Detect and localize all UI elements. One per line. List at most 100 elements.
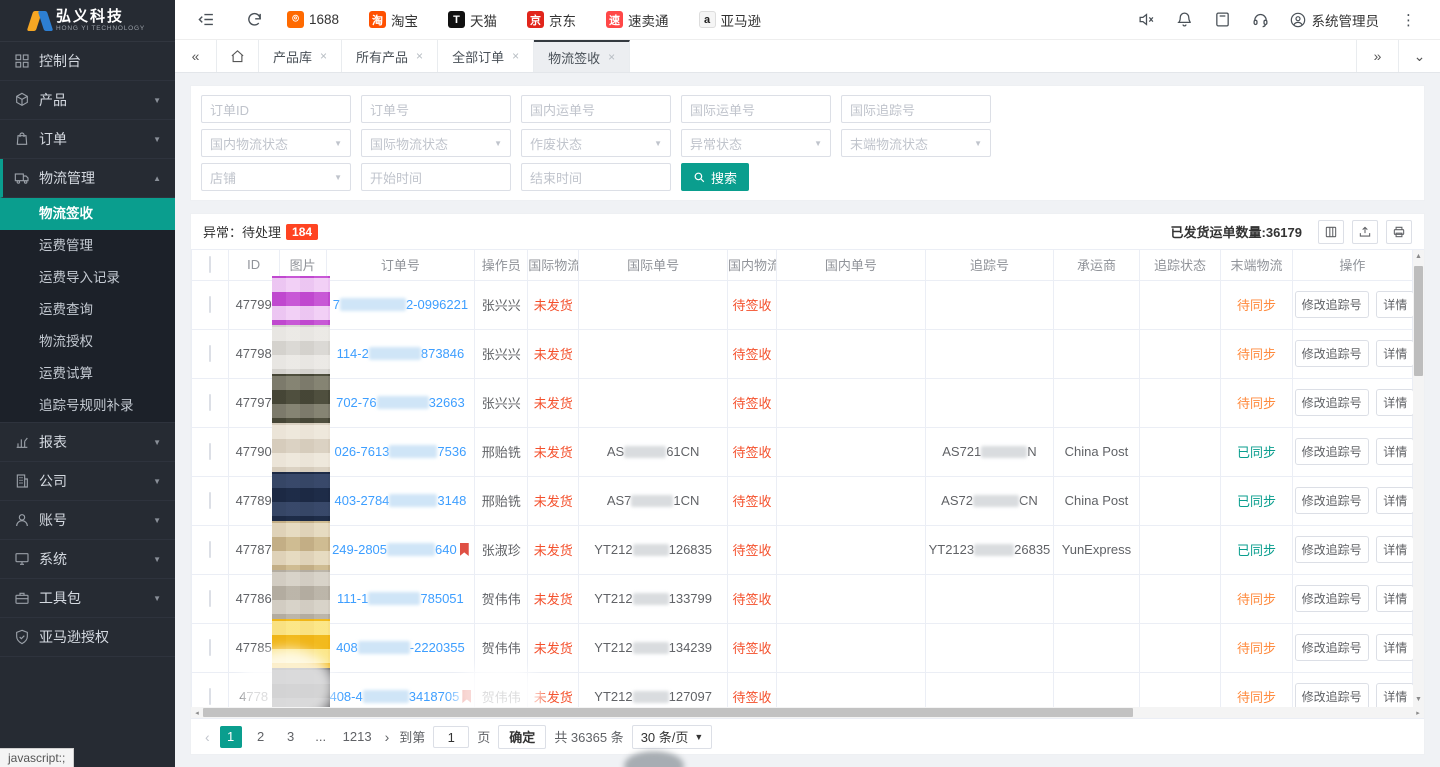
vertical-scrollbar-thumb[interactable]: [1414, 266, 1423, 376]
close-tab-icon[interactable]: ×: [416, 49, 423, 63]
order-number-link[interactable]: 249-2805640: [326, 525, 475, 574]
search-select-2-4[interactable]: 末端物流状态▼: [841, 129, 991, 157]
edit-tracking-button[interactable]: 修改追踪号: [1295, 438, 1369, 465]
search-select-2-0[interactable]: 国内物流状态▼: [201, 129, 351, 157]
search-input-1-4[interactable]: 国际追踪号: [841, 95, 991, 123]
edit-tracking-button[interactable]: 修改追踪号: [1295, 634, 1369, 661]
sidebar-item-1[interactable]: 产品 ▼: [0, 81, 175, 120]
product-image[interactable]: [272, 668, 330, 708]
row-checkbox[interactable]: [209, 394, 211, 411]
submenu-item-2[interactable]: 运费导入记录: [0, 262, 175, 294]
more-options-icon[interactable]: ⋮: [1391, 11, 1426, 29]
edit-tracking-button[interactable]: 修改追踪号: [1295, 487, 1369, 514]
select-all-checkbox[interactable]: [209, 256, 211, 273]
row-checkbox[interactable]: [209, 688, 211, 705]
exception-count-badge[interactable]: 184: [286, 224, 318, 240]
order-number-link[interactable]: 408-43418705: [326, 672, 475, 707]
search-select-2-3[interactable]: 异常状态▼: [681, 129, 831, 157]
customer-service-icon[interactable]: [1244, 0, 1278, 40]
edit-tracking-button[interactable]: 修改追踪号: [1295, 683, 1369, 707]
print-icon[interactable]: [1386, 220, 1412, 244]
details-button[interactable]: 详情: [1376, 438, 1414, 465]
tabs-scroll-right-icon[interactable]: »: [1356, 40, 1398, 72]
vertical-scrollbar[interactable]: ▲▼: [1413, 250, 1424, 707]
sidebar-item-3[interactable]: 物流管理 ▲: [0, 159, 175, 198]
edit-tracking-button[interactable]: 修改追踪号: [1295, 340, 1369, 367]
home-tab-icon[interactable]: [217, 40, 259, 72]
tabs-scroll-left-icon[interactable]: «: [175, 40, 217, 72]
row-checkbox[interactable]: [209, 492, 211, 509]
order-number-link[interactable]: 72-0996221: [326, 280, 475, 329]
order-number-link[interactable]: 408-2220355: [326, 623, 475, 672]
edit-tracking-button[interactable]: 修改追踪号: [1295, 536, 1369, 563]
search-input-1-1[interactable]: 订单号: [361, 95, 511, 123]
column-settings-icon[interactable]: [1318, 220, 1344, 244]
search-button[interactable]: 搜索: [681, 163, 749, 191]
tab-2[interactable]: 全部订单 ×: [438, 40, 534, 72]
order-number-link[interactable]: 114-2873846: [326, 329, 475, 378]
user-menu[interactable]: 系统管理员: [1282, 10, 1388, 30]
submenu-item-5[interactable]: 运费试算: [0, 358, 175, 390]
order-number-link[interactable]: 702-7632663: [326, 378, 475, 427]
horizontal-scrollbar[interactable]: ◂▸: [191, 707, 1424, 718]
submenu-item-4[interactable]: 物流授权: [0, 326, 175, 358]
horizontal-scrollbar-thumb[interactable]: [203, 708, 1133, 717]
collapse-sidebar-icon[interactable]: [189, 0, 223, 40]
platform-link-5[interactable]: a 亚马逊: [699, 10, 762, 30]
details-button[interactable]: 详情: [1376, 634, 1414, 661]
page-number-2[interactable]: 2: [250, 726, 272, 748]
tab-0[interactable]: 产品库 ×: [259, 40, 342, 72]
submenu-item-1[interactable]: 运费管理: [0, 230, 175, 262]
calculator-icon[interactable]: [1206, 0, 1240, 40]
export-icon[interactable]: [1352, 220, 1378, 244]
row-checkbox[interactable]: [209, 639, 211, 656]
details-button[interactable]: 详情: [1376, 487, 1414, 514]
details-button[interactable]: 详情: [1376, 585, 1414, 612]
sidebar-item-7[interactable]: 系统 ▼: [0, 540, 175, 579]
tab-3[interactable]: 物流签收 ×: [534, 40, 630, 72]
edit-tracking-button[interactable]: 修改追踪号: [1295, 291, 1369, 318]
close-tab-icon[interactable]: ×: [512, 49, 519, 63]
page-size-select[interactable]: 30 条/页▼: [632, 725, 713, 749]
next-page-icon[interactable]: ›: [383, 729, 392, 745]
tabs-menu-icon[interactable]: ⌄: [1398, 40, 1440, 72]
search-input-3-2[interactable]: 结束时间: [521, 163, 671, 191]
search-input-3-1[interactable]: 开始时间: [361, 163, 511, 191]
order-number-link[interactable]: 026-76137536: [326, 427, 475, 476]
submenu-item-0[interactable]: 物流签收: [0, 198, 175, 230]
details-button[interactable]: 详情: [1376, 389, 1414, 416]
search-select-2-2[interactable]: 作废状态▼: [521, 129, 671, 157]
tab-1[interactable]: 所有产品 ×: [342, 40, 438, 72]
details-button[interactable]: 详情: [1376, 291, 1414, 318]
sidebar-item-0[interactable]: 控制台: [0, 42, 175, 81]
sidebar-item-8[interactable]: 工具包 ▼: [0, 579, 175, 618]
details-button[interactable]: 详情: [1376, 536, 1414, 563]
edit-tracking-button[interactable]: 修改追踪号: [1295, 585, 1369, 612]
row-checkbox[interactable]: [209, 443, 211, 460]
page-number-3[interactable]: 3: [280, 726, 302, 748]
platform-link-2[interactable]: T 天猫: [448, 10, 497, 30]
edit-tracking-button[interactable]: 修改追踪号: [1295, 389, 1369, 416]
notifications-bell-icon[interactable]: [1168, 0, 1202, 40]
sidebar-item-9[interactable]: 亚马逊授权: [0, 618, 175, 657]
submenu-item-6[interactable]: 追踪号规则补录: [0, 390, 175, 422]
row-checkbox[interactable]: [209, 345, 211, 362]
close-tab-icon[interactable]: ×: [320, 49, 327, 63]
details-button[interactable]: 详情: [1376, 340, 1414, 367]
details-button[interactable]: 详情: [1376, 683, 1414, 707]
platform-link-1[interactable]: 淘 淘宝: [369, 10, 418, 30]
mute-icon[interactable]: [1130, 0, 1164, 40]
platform-link-3[interactable]: 京 京东: [527, 10, 576, 30]
sidebar-item-5[interactable]: 公司 ▼: [0, 462, 175, 501]
platform-link-0[interactable]: ⌾ 1688: [287, 11, 339, 28]
page-number-1[interactable]: 1: [220, 726, 242, 748]
sidebar-item-6[interactable]: 账号 ▼: [0, 501, 175, 540]
order-number-link[interactable]: 111-1785051: [326, 574, 475, 623]
platform-link-4[interactable]: 速 速卖通: [606, 10, 669, 30]
search-input-1-0[interactable]: 订单ID: [201, 95, 351, 123]
submenu-item-3[interactable]: 运费查询: [0, 294, 175, 326]
page-jump-input[interactable]: 1: [433, 726, 469, 748]
refresh-icon[interactable]: [237, 0, 271, 40]
row-checkbox[interactable]: [209, 541, 211, 558]
search-select-3-0[interactable]: 店铺▼: [201, 163, 351, 191]
